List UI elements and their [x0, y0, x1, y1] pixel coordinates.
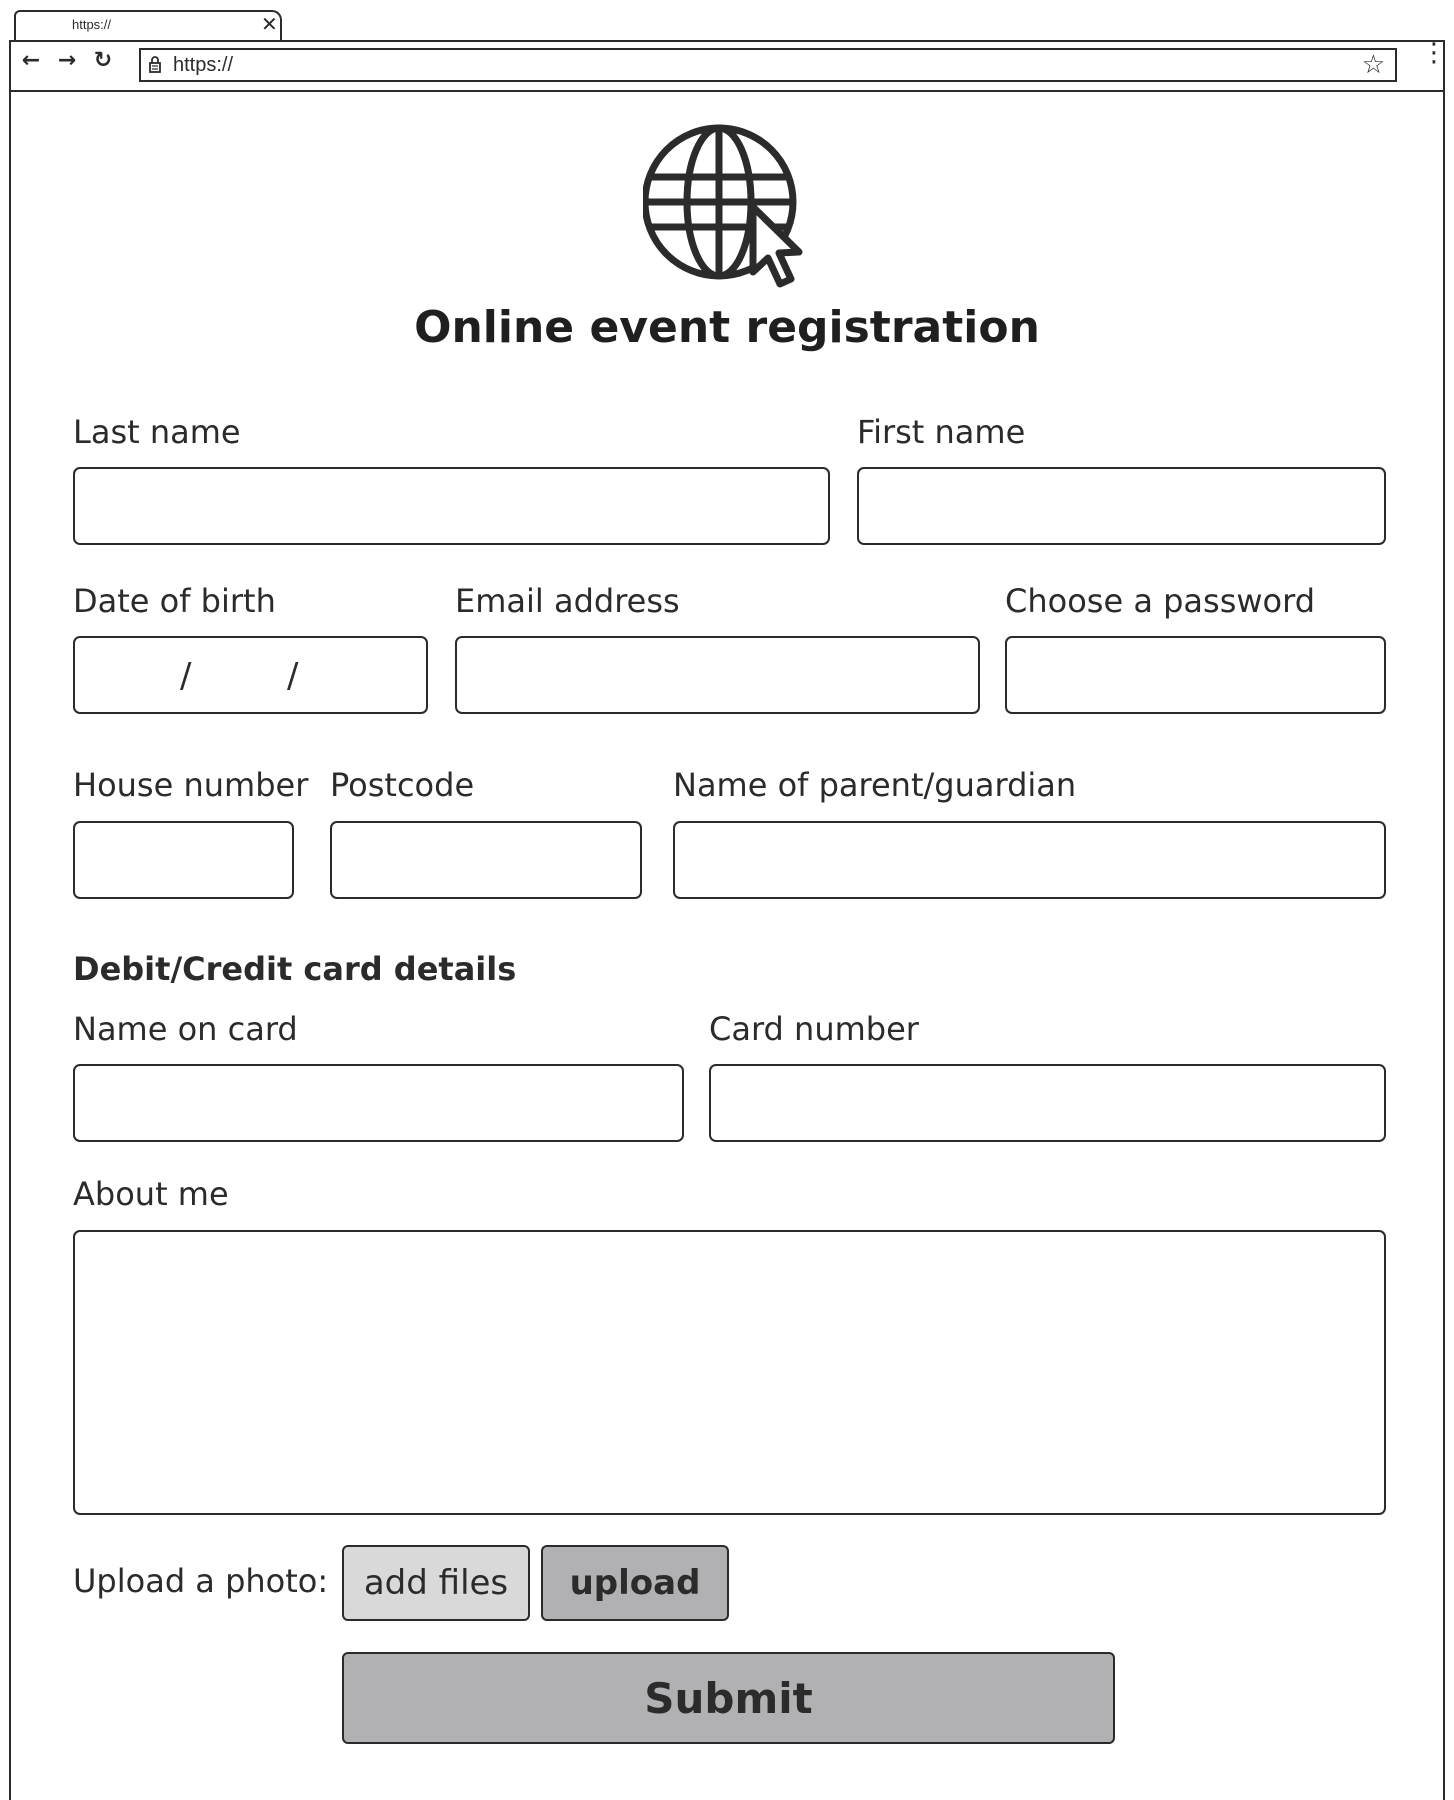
first-name-field[interactable]	[857, 467, 1386, 545]
about-me-label: About me	[73, 1175, 229, 1213]
name-on-card-field[interactable]	[73, 1064, 684, 1142]
dob-separator: /	[180, 656, 192, 696]
browser-toolbar: ← → ↻ https:// ☆ ⋮	[11, 40, 1447, 92]
submit-button[interactable]: Submit	[342, 1652, 1115, 1744]
guardian-label: Name of parent/guardian	[673, 766, 1077, 804]
dob-label: Date of birth	[73, 582, 276, 620]
email-label: Email address	[455, 582, 680, 620]
house-number-label: House number	[73, 766, 309, 804]
card-number-field[interactable]	[709, 1064, 1386, 1142]
card-section-heading: Debit/Credit card details	[73, 950, 517, 988]
more-menu-icon[interactable]: ⋮	[1421, 40, 1447, 66]
card-number-label: Card number	[709, 1010, 919, 1048]
dob-separator: /	[287, 656, 299, 696]
add-files-button[interactable]: add files	[342, 1545, 530, 1621]
close-tab-icon[interactable]: ✕	[261, 12, 278, 36]
browser-tab[interactable]: https:// ✕	[14, 10, 282, 40]
back-arrow-icon[interactable]: ←	[19, 48, 43, 73]
email-field[interactable]	[455, 636, 980, 714]
guardian-name-field[interactable]	[673, 821, 1386, 899]
page-title: Online event registration	[414, 302, 1040, 353]
reload-icon[interactable]: ↻	[91, 48, 115, 73]
about-me-textarea[interactable]	[73, 1230, 1386, 1515]
password-label: Choose a password	[1005, 582, 1316, 620]
lock-icon	[149, 56, 161, 73]
tab-title: https://	[72, 17, 112, 32]
last-name-label: Last name	[73, 413, 241, 451]
name-on-card-label: Name on card	[73, 1010, 298, 1048]
url-text: https://	[173, 54, 234, 76]
postcode-label: Postcode	[330, 766, 475, 804]
bookmark-star-icon[interactable]: ☆	[1362, 50, 1385, 80]
last-name-field[interactable]	[73, 467, 830, 545]
password-field[interactable]	[1005, 636, 1386, 714]
upload-photo-label: Upload a photo:	[73, 1562, 329, 1600]
postcode-field[interactable]	[330, 821, 642, 899]
house-number-field[interactable]	[73, 821, 294, 899]
first-name-label: First name	[857, 413, 1026, 451]
address-bar[interactable]: https:// ☆	[139, 48, 1397, 82]
globe-with-cursor-icon	[643, 124, 803, 288]
forward-arrow-icon[interactable]: →	[55, 48, 79, 73]
date-of-birth-field[interactable]: / /	[73, 636, 428, 714]
upload-button[interactable]: upload	[541, 1545, 729, 1621]
